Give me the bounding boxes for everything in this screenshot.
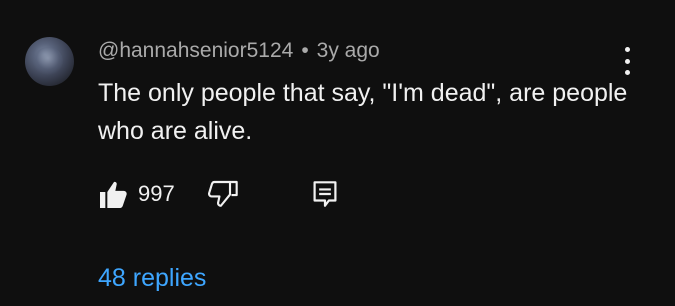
comment-header: @hannahsenior5124 • 3y ago — [98, 38, 380, 64]
comment-reply-icon — [313, 181, 337, 207]
meta-separator: • — [301, 39, 309, 62]
view-replies-button[interactable]: 48 replies — [98, 263, 206, 293]
comment-thread: @hannahsenior5124 • 3y ago The only people… — [0, 0, 675, 306]
like-count: 997 — [138, 181, 175, 206]
comment-text: The only people that say, "I'm dead", ar… — [98, 79, 628, 145]
comment-timestamp[interactable]: 3y ago — [317, 39, 380, 62]
like-button[interactable] — [98, 178, 132, 210]
kebab-dot — [624, 58, 630, 64]
author-handle[interactable]: @hannahsenior5124 — [98, 39, 293, 62]
more-vertical-icon[interactable] — [616, 47, 638, 75]
kebab-dot — [624, 47, 630, 52]
author-avatar[interactable] — [25, 37, 74, 86]
thumbs-up-icon — [100, 181, 127, 208]
reply-button[interactable] — [312, 178, 340, 210]
thumbs-down-icon — [208, 180, 238, 207]
dislike-button[interactable] — [208, 178, 242, 210]
